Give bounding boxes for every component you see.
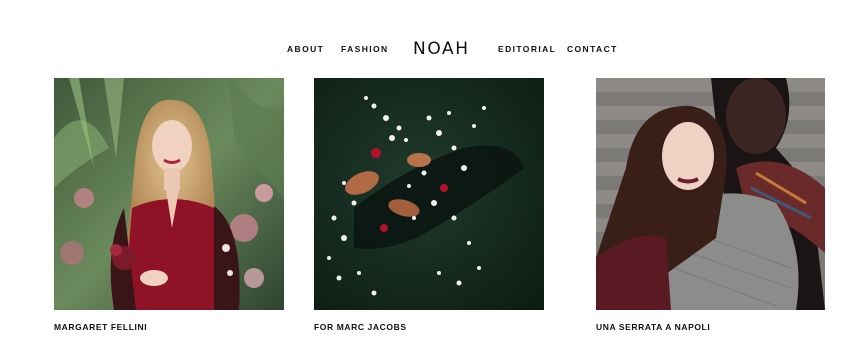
page: About Fashion NOAH Editorial Contact [0, 0, 850, 350]
nav-link-fashion[interactable]: Fashion [341, 44, 389, 54]
nav-link-editorial[interactable]: Editorial [498, 44, 556, 54]
gallery-caption[interactable]: MARGARET FELLINI [54, 322, 284, 332]
nav-link-about[interactable]: About [287, 44, 324, 54]
gallery-card: UNA SERRATA A NAPOLI [596, 78, 825, 332]
gallery-card: MARGARET FELLINI [54, 78, 284, 332]
brand-logo[interactable]: NOAH [413, 39, 470, 59]
top-navigation: About Fashion NOAH Editorial Contact [0, 38, 850, 60]
gallery-photo-una-serrata[interactable] [596, 78, 825, 310]
nav-link-contact[interactable]: Contact [567, 44, 618, 54]
gallery-card: FOR MARC JACOBS [314, 78, 544, 332]
photo-illustration [596, 78, 825, 310]
gallery-photo-marc-jacobs[interactable] [314, 78, 544, 310]
gallery-caption[interactable]: UNA SERRATA A NAPOLI [596, 322, 825, 332]
photo-illustration [314, 78, 544, 310]
gallery-caption[interactable]: FOR MARC JACOBS [314, 322, 544, 332]
gallery-photo-margaret-fellini[interactable] [54, 78, 284, 310]
photo-illustration [54, 78, 284, 310]
